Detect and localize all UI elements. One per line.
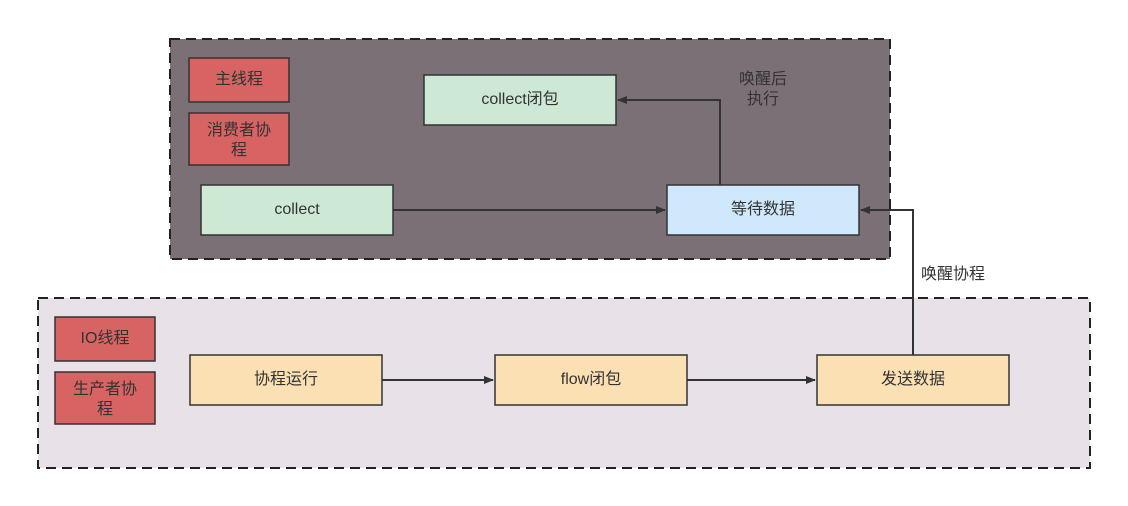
label-wake-coroutine: 唤醒协程 <box>921 265 985 283</box>
box-wait-data-label: 等待数据 <box>731 200 795 218</box>
flow-diagram: 主线程 消费者协 程 collect collect闭包 等待数据 唤醒后 执行… <box>0 0 1128 506</box>
tag-consumer-coroutine-label-1: 消费者协 <box>207 121 271 139</box>
tag-consumer-coroutine-label-2: 程 <box>231 141 247 159</box>
tag-io-thread-label: IO线程 <box>81 329 130 347</box>
label-wake-then-exec-1: 唤醒后 <box>739 70 787 88</box>
box-flow-closure-label: flow闭包 <box>561 370 621 388</box>
box-collect-label: collect <box>274 201 320 218</box>
box-collect-closure-label: collect闭包 <box>481 90 558 108</box>
box-send-data-label: 发送数据 <box>881 370 945 388</box>
tag-producer-coroutine-label-2: 程 <box>97 400 113 418</box>
box-coroutine-run-label: 协程运行 <box>254 370 318 388</box>
label-wake-then-exec-2: 执行 <box>747 90 779 108</box>
tag-producer-coroutine-label-1: 生产者协 <box>73 380 137 398</box>
tag-main-thread-label: 主线程 <box>215 70 263 88</box>
